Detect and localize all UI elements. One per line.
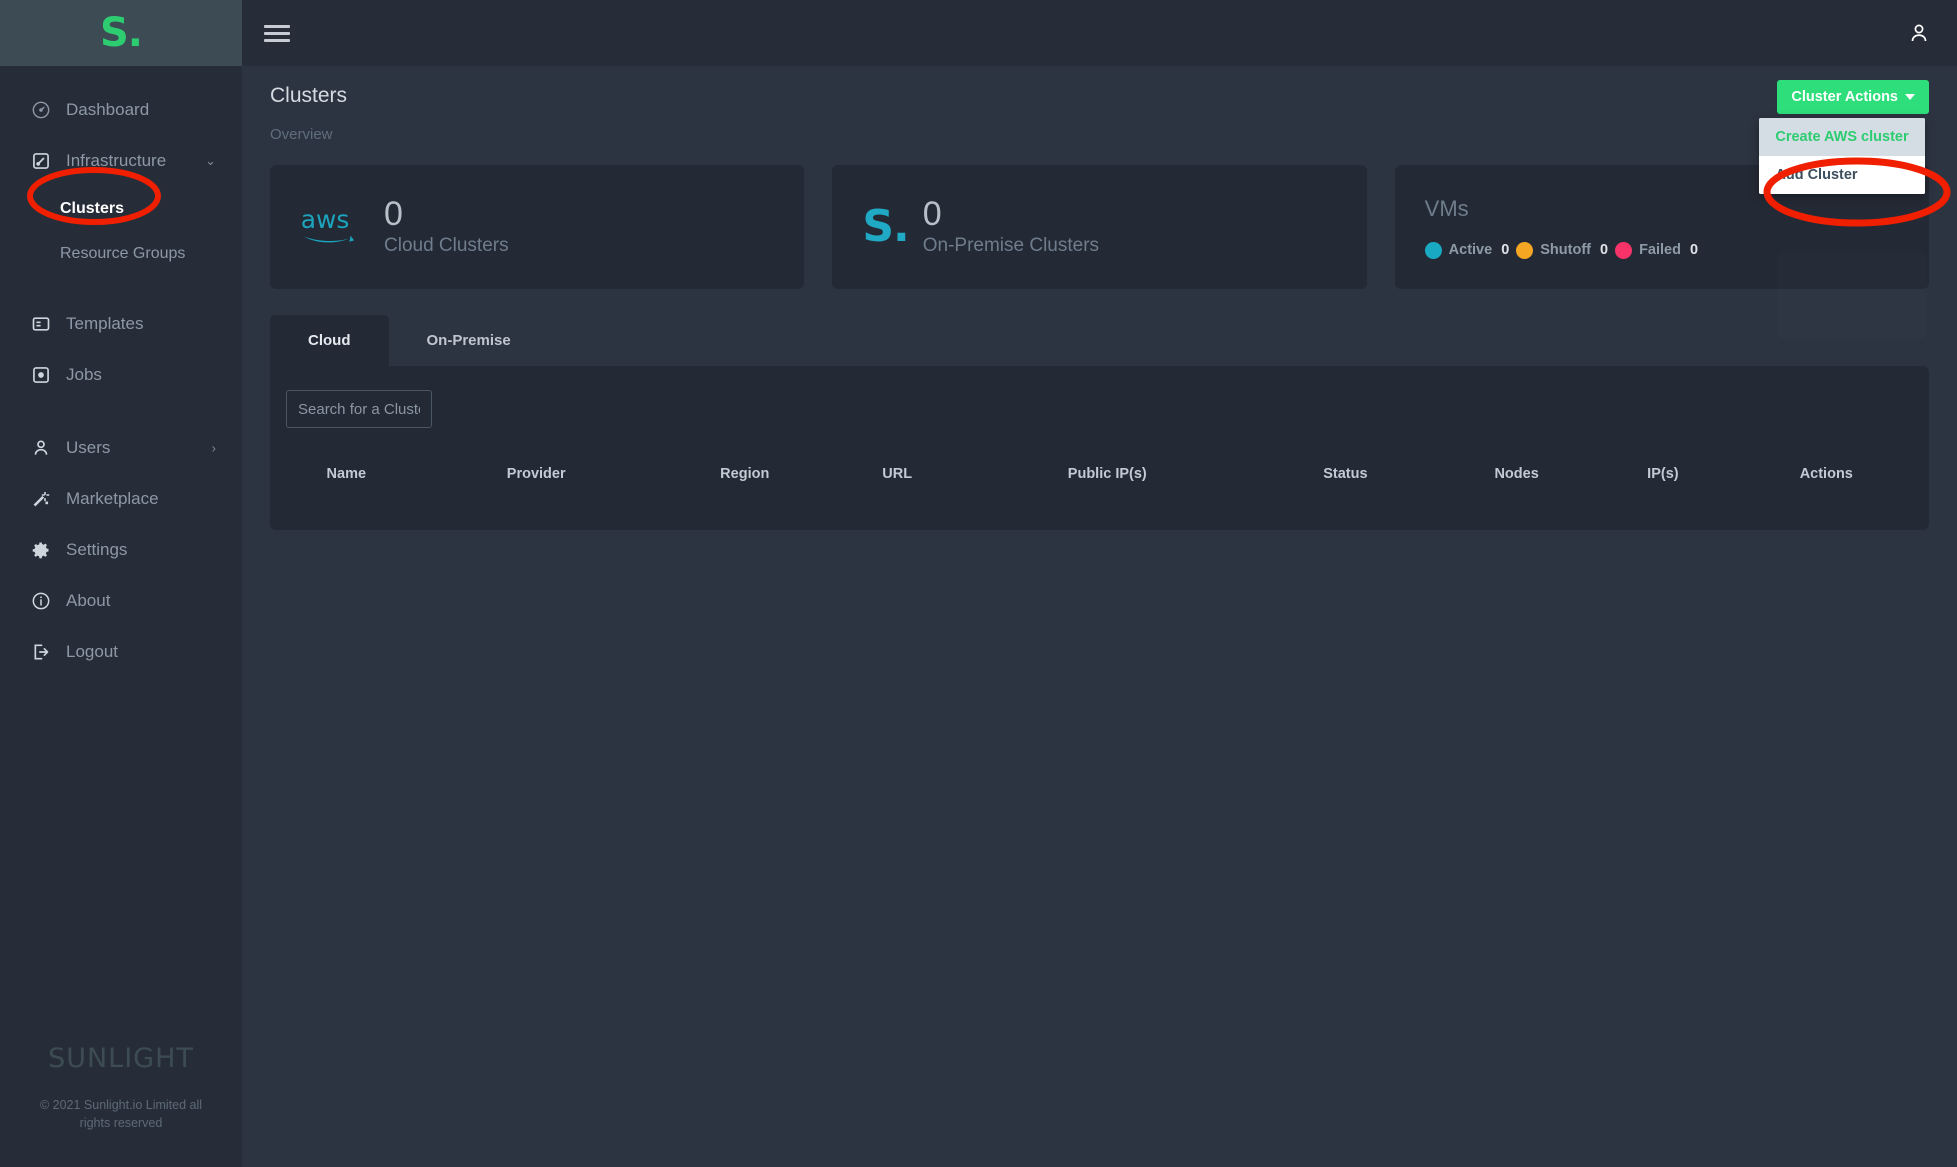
sidebar-item-label: Templates — [66, 313, 144, 333]
sunlight-s-icon: S. — [862, 201, 909, 253]
clusters-table: Name Provider Region URL Public IP(s) St… — [270, 456, 1929, 492]
cloud-clusters-card: aws 0 Cloud Clusters — [270, 165, 805, 289]
svg-text:aws: aws — [301, 205, 350, 234]
chevron-down-icon — [1905, 94, 1915, 100]
tab-cloud[interactable]: Cloud — [270, 315, 389, 366]
marketplace-icon — [30, 488, 52, 510]
copyright-text: © 2021 Sunlight.io Limited all rights re… — [39, 1097, 203, 1131]
vm-status-count-failed: 0 — [1689, 242, 1699, 258]
sidebar-item-logout[interactable]: Logout — [0, 626, 242, 677]
sidebar-item-settings[interactable]: Settings — [0, 524, 242, 575]
user-account-icon[interactable] — [1907, 21, 1931, 45]
cluster-actions-button[interactable]: Cluster Actions — [1777, 80, 1929, 114]
table-header-row: Name Provider Region URL Public IP(s) St… — [270, 456, 1929, 492]
column-header-region[interactable]: Region — [650, 456, 840, 492]
sidebar-item-label: About — [66, 590, 111, 610]
vm-status-count-shutoff: 0 — [1600, 242, 1609, 258]
sunlight-logo-icon: S. — [99, 10, 143, 56]
vm-status-count-active: 0 — [1501, 242, 1510, 258]
status-dot-shutoff — [1516, 241, 1534, 259]
column-header-nodes[interactable]: Nodes — [1431, 456, 1602, 492]
tab-label: Cloud — [308, 332, 351, 349]
cluster-actions-dropdown: Create AWS cluster Add Cluster — [1759, 118, 1926, 194]
users-icon — [30, 437, 52, 459]
dropdown-shadow-area — [1777, 251, 1927, 339]
hamburger-menu-icon[interactable] — [264, 21, 290, 46]
onpremise-clusters-label: On-Premise Clusters — [922, 235, 1100, 256]
column-header-url[interactable]: URL — [840, 456, 955, 492]
cluster-tabs: Cloud On-Premise — [270, 315, 1929, 366]
nav-divider-spacer — [0, 276, 242, 298]
sidebar-item-label: Infrastructure — [66, 150, 167, 170]
cluster-actions-label: Cluster Actions — [1791, 89, 1898, 105]
tab-label: On-Premise — [426, 332, 511, 349]
templates-icon — [30, 313, 52, 335]
cluster-actions-container: Cluster Actions Create AWS cluster Add C… — [1759, 80, 1929, 194]
column-header-name[interactable]: Name — [270, 456, 423, 492]
main-content: Clusters Overview aws 0 Cloud Clusters S… — [242, 66, 1957, 1167]
logout-icon — [30, 641, 52, 663]
menu-item-create-aws-cluster[interactable]: Create AWS cluster — [1759, 118, 1926, 156]
sidebar-item-dashboard[interactable]: Dashboard — [0, 84, 242, 135]
sidebar-item-jobs[interactable]: Jobs — [0, 349, 242, 400]
sidebar-footer: SUNLIGHT © 2021 Sunlight.io Limited all … — [0, 1043, 242, 1167]
stat-cards-row: aws 0 Cloud Clusters S. 0 On-Premise Clu… — [270, 165, 1929, 289]
column-header-status[interactable]: Status — [1260, 456, 1431, 492]
column-header-provider[interactable]: Provider — [423, 456, 650, 492]
dashboard-icon — [30, 99, 52, 121]
column-header-ips[interactable]: IP(s) — [1602, 456, 1723, 492]
sidebar-item-label: Dashboard — [66, 99, 150, 119]
sidebar-nav: Dashboard Infrastructure ⌄ Clusters Reso… — [0, 66, 242, 1043]
info-icon — [30, 590, 52, 612]
sidebar-item-about[interactable]: About — [0, 575, 242, 626]
jobs-icon — [30, 364, 52, 386]
sidebar-item-label: Users — [66, 437, 111, 457]
sunlight-wordmark: SUNLIGHT — [48, 1042, 194, 1074]
onpremise-clusters-count: 0 — [922, 195, 942, 233]
column-header-actions[interactable]: Actions — [1724, 456, 1929, 492]
aws-logo-icon: aws — [300, 204, 370, 250]
sidebar-item-templates[interactable]: Templates — [0, 298, 242, 349]
vms-stats-row: Active 0 Shutoff 0 Failed 0 — [1424, 241, 1705, 259]
sidebar-item-clusters[interactable]: Clusters — [0, 186, 242, 231]
cloud-clusters-label: Cloud Clusters — [384, 235, 509, 256]
vms-card-title: VMs — [1424, 195, 1469, 221]
menu-item-add-cluster[interactable]: Add Cluster — [1759, 156, 1926, 194]
gear-icon — [30, 539, 52, 561]
breadcrumb: Overview — [270, 126, 333, 143]
chevron-right-icon: › — [211, 440, 216, 455]
tab-on-premise[interactable]: On-Premise — [389, 315, 549, 366]
vm-status-label-active: Active — [1448, 242, 1493, 258]
sidebar-item-infrastructure[interactable]: Infrastructure ⌄ — [0, 135, 242, 186]
menu-item-label: Create AWS cluster — [1775, 129, 1909, 145]
menu-item-label: Add Cluster — [1775, 167, 1858, 183]
sidebar-item-users[interactable]: Users › — [0, 422, 242, 473]
sidebar-subitem-label: Resource Groups — [60, 244, 186, 262]
status-dot-failed — [1615, 241, 1633, 259]
column-header-public-ips[interactable]: Public IP(s) — [955, 456, 1260, 492]
topbar — [242, 0, 1957, 66]
nav-divider-spacer-2 — [0, 400, 242, 422]
sidebar-item-label: Jobs — [66, 364, 102, 384]
onpremise-clusters-card: S. 0 On-Premise Clusters — [832, 165, 1367, 289]
page-title: Clusters — [270, 84, 348, 107]
infrastructure-icon — [30, 150, 52, 172]
sidebar-subitem-label: Clusters — [60, 199, 125, 217]
chevron-down-icon: ⌄ — [205, 152, 216, 168]
vm-status-label-failed: Failed — [1639, 242, 1681, 258]
sidebar-logo-header[interactable]: S. — [0, 0, 242, 66]
status-dot-active — [1424, 241, 1442, 259]
sidebar: S. Dashboard Infrastructure ⌄ Clusters R… — [0, 0, 242, 1167]
search-input[interactable] — [286, 390, 432, 428]
vm-status-label-shutoff: Shutoff — [1540, 242, 1591, 258]
sidebar-item-label: Marketplace — [66, 488, 159, 508]
sidebar-item-label: Settings — [66, 539, 128, 559]
cloud-clusters-count: 0 — [384, 195, 403, 233]
sidebar-item-label: Logout — [66, 641, 118, 661]
sidebar-item-resource-groups[interactable]: Resource Groups — [0, 231, 242, 276]
sidebar-item-marketplace[interactable]: Marketplace — [0, 473, 242, 524]
cluster-tab-panel: Name Provider Region URL Public IP(s) St… — [270, 366, 1929, 530]
